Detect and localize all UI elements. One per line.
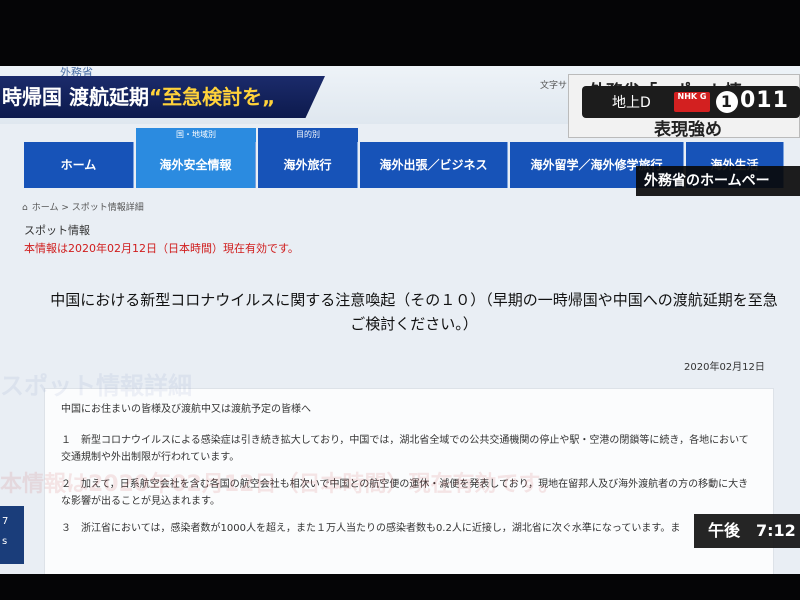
nav-overseas-safety[interactable]: 海外安全情報 [136, 142, 256, 188]
validity-notice: 本情報は2020年02月12日（日本時間）現在有効です。 [24, 242, 299, 255]
paragraph-1: １ 新型コロナウイルスによる感染症は引き続き拡大しており，中国では，湖北省全域で… [61, 435, 749, 463]
tv-frame: 外務省 文字サ 時帰国 渡航延期“至急検討を„ 外務省「一ポート情 表現強め 地… [0, 0, 800, 600]
breadcrumb-sep: > [61, 203, 69, 213]
spot-label: スポット情報 [24, 224, 90, 237]
nav-travel[interactable]: 海外旅行 [258, 142, 358, 188]
caption-prefix: 時帰国 渡航延期 [2, 85, 149, 109]
nav-business[interactable]: 海外出張／ビジネス [360, 142, 508, 188]
news-caption-top: 時帰国 渡航延期“至急検討を„ [0, 76, 325, 118]
ghost-reflection-blue: スポット情報詳細 [0, 372, 192, 400]
greeting: 中国にお住まいの皆様及び渡航中又は渡航予定の皆様へ [61, 404, 311, 415]
time-display: 午後 7:12 [694, 514, 800, 548]
breadcrumb-current: スポット情報詳細 [71, 203, 144, 213]
text-size-label[interactable]: 文字サ [540, 78, 567, 91]
nhk-g-logo-icon: NHK G [674, 92, 710, 112]
breadcrumb: ⌂ ホーム > スポット情報詳細 [22, 200, 144, 213]
tv-screen: 外務省 文字サ 時帰国 渡航延期“至急検討を„ 外務省「一ポート情 表現強め 地… [0, 66, 800, 574]
post-date: 2020年02月12日 [684, 362, 765, 373]
breadcrumb-home[interactable]: ホーム [32, 203, 59, 213]
caption-highlight: “至急検討を„ [148, 85, 276, 109]
channel-digits: 011 [740, 88, 789, 113]
nav-overseas-safety-label: 海外安全情報 [159, 158, 232, 172]
page-title: 中国における新型コロナウイルスに関する注意喚起（その１０）（早期の一時帰国や中国… [50, 291, 778, 333]
channel-circle-digit: 1 [716, 91, 738, 113]
channel-indicator: 地上D NHK G 1 011 [582, 86, 800, 118]
nav-tag-purpose: 目的別 [258, 128, 358, 142]
nav-tag-country: 国・地域別 [136, 128, 256, 142]
article: スポット情報 本情報は2020年02月12日（日本時間）現在有効です。 中国にお… [24, 222, 778, 574]
nav-home[interactable]: ホーム [24, 142, 134, 188]
left-edge-line1: 7 [2, 516, 9, 527]
paragraph-3: ３ 浙江省においては，感染者数が1000人を超え，また１万人当たりの感染者数も0… [61, 523, 681, 534]
left-edge-overlay: 7 s [0, 506, 24, 564]
left-edge-line2: s [2, 536, 8, 547]
terrestrial-label: 地上D [612, 95, 651, 111]
home-icon[interactable]: ⌂ [22, 203, 28, 213]
channel-number: 1 011 [716, 88, 789, 113]
news-banner-right: 外務省のホームペー [636, 166, 800, 196]
ghost-reflection-red: 本情報は2020年02月12日（日本時間）現在有効です。 [0, 472, 561, 497]
caption-tr-line2: 表現強め [654, 120, 722, 140]
